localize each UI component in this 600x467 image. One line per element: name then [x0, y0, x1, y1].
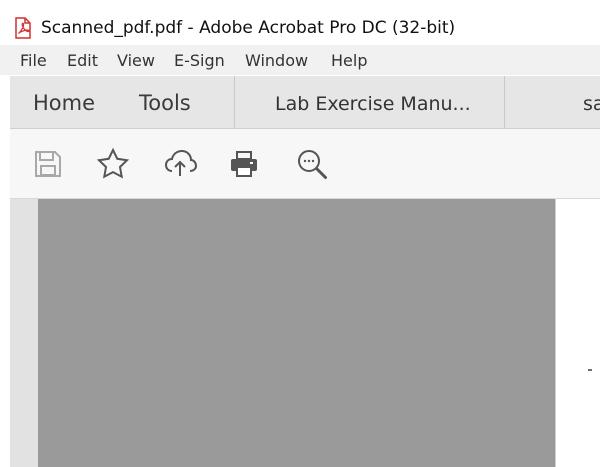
menu-item-help[interactable]: Help: [331, 51, 367, 71]
document-area[interactable]: [10, 199, 600, 467]
print-icon: [231, 151, 257, 177]
save-icon: [35, 151, 61, 177]
page-artifact-mark: [588, 369, 592, 371]
menu-bar: File Edit View E-Sign Window Help: [0, 45, 600, 75]
tab-divider: [504, 76, 505, 128]
bookmark-star-icon: [96, 147, 130, 179]
pdf-page-preview[interactable]: [38, 199, 555, 467]
quick-tools-toolbar: [10, 129, 600, 199]
tab-divider: [234, 76, 235, 128]
cloud-upload-icon: [164, 149, 198, 176]
search-zoom-icon: [298, 150, 327, 179]
adobe-acrobat-icon: [15, 17, 31, 39]
bookmark-button[interactable]: [94, 145, 132, 183]
tab-home[interactable]: Home: [33, 90, 95, 116]
adjacent-page-area[interactable]: [555, 199, 600, 467]
left-navigation-rail[interactable]: [10, 199, 38, 467]
title-bar: Scanned_pdf.pdf - Adobe Acrobat Pro DC (…: [0, 0, 600, 44]
menu-item-e-sign[interactable]: E-Sign: [174, 51, 225, 71]
tab-tools[interactable]: Tools: [139, 90, 191, 116]
document-tab-sa[interactable]: sa: [583, 92, 600, 116]
menu-item-view[interactable]: View: [117, 51, 155, 71]
window-title: Scanned_pdf.pdf - Adobe Acrobat Pro DC (…: [41, 18, 456, 38]
tab-bar: Home Tools Lab Exercise Manu... sa: [10, 76, 600, 129]
save-button[interactable]: [28, 145, 66, 183]
document-tab-lab-exercise-manual[interactable]: Lab Exercise Manu...: [275, 92, 471, 116]
cloud-upload-button[interactable]: [161, 145, 199, 183]
print-button[interactable]: [225, 145, 263, 183]
menu-item-edit[interactable]: Edit: [67, 51, 98, 71]
search-button[interactable]: [293, 145, 331, 183]
menu-item-window[interactable]: Window: [245, 51, 308, 71]
menu-item-file[interactable]: File: [20, 51, 47, 71]
acrobat-window: Scanned_pdf.pdf - Adobe Acrobat Pro DC (…: [0, 0, 600, 467]
